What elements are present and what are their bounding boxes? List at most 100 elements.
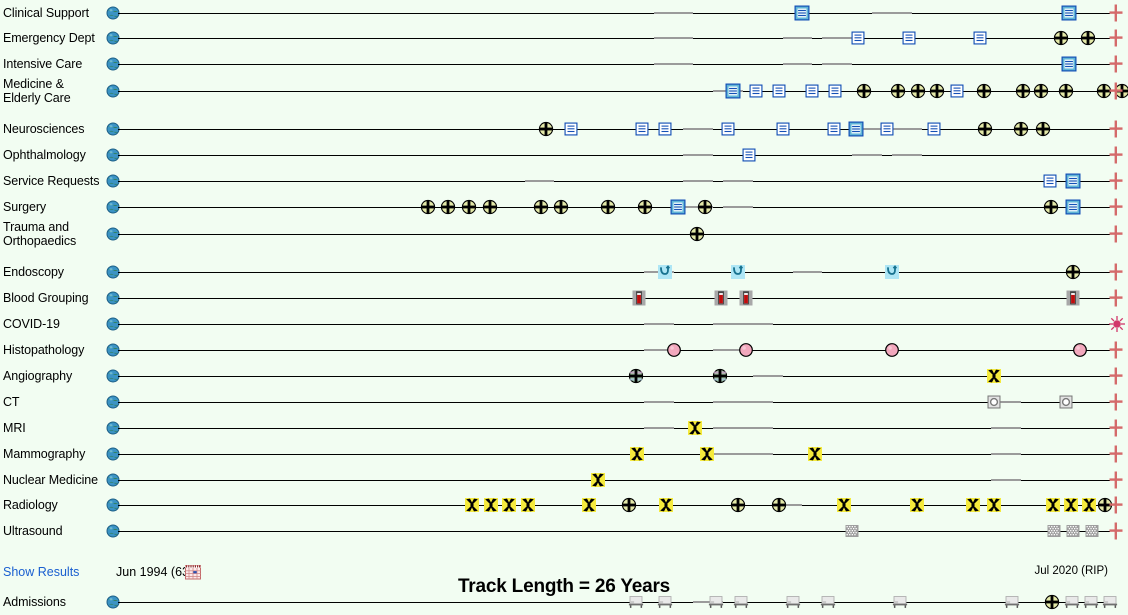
- event-marker-doc-blue[interactable]: [772, 84, 786, 98]
- event-marker-us-square[interactable]: [845, 525, 859, 537]
- event-marker-radiation[interactable]: [837, 498, 852, 512]
- event-marker-hospital-circle[interactable]: [621, 497, 637, 513]
- event-marker-doc-blue-fill[interactable]: [1061, 56, 1078, 72]
- event-marker-endoscope[interactable]: [657, 265, 672, 279]
- event-marker-radiation[interactable]: [700, 447, 715, 461]
- event-marker-radiation[interactable]: [909, 498, 924, 512]
- event-marker-hospital-circle[interactable]: [1045, 594, 1060, 610]
- event-marker-radiation[interactable]: [966, 498, 981, 512]
- event-marker-hospital-circle[interactable]: [1054, 30, 1069, 46]
- event-marker-hospital-circle[interactable]: [1015, 83, 1030, 99]
- event-marker-blood-vial[interactable]: [1066, 290, 1080, 306]
- event-marker-bed[interactable]: [785, 596, 800, 609]
- event-marker-bed[interactable]: [628, 596, 643, 609]
- event-marker-bed[interactable]: [1084, 596, 1099, 609]
- event-marker-radiation[interactable]: [629, 447, 644, 461]
- event-marker-doc-blue[interactable]: [742, 148, 756, 162]
- event-marker-radiation[interactable]: [591, 473, 606, 487]
- event-marker-hospital-circle[interactable]: [1066, 264, 1081, 280]
- event-marker-doc-blue[interactable]: [901, 31, 916, 45]
- event-marker-hospital-circle[interactable]: [1059, 83, 1074, 99]
- event-marker-pink-circle[interactable]: [738, 343, 753, 358]
- event-marker-bed[interactable]: [1004, 596, 1019, 609]
- event-marker-us-square[interactable]: [1085, 525, 1099, 537]
- event-marker-blood-vial[interactable]: [739, 290, 753, 306]
- event-marker-hospital-circle[interactable]: [930, 83, 945, 99]
- event-marker-hospital-circle[interactable]: [1033, 83, 1048, 99]
- event-marker-doc-blue[interactable]: [927, 122, 942, 136]
- event-marker-hospital-circle[interactable]: [1035, 121, 1050, 137]
- event-marker-hospital-circle[interactable]: [976, 83, 992, 99]
- event-marker-bed[interactable]: [892, 596, 907, 609]
- event-marker-pink-circle[interactable]: [666, 343, 681, 358]
- event-marker-hospital-circle[interactable]: [420, 199, 435, 215]
- event-marker-pink-circle[interactable]: [1073, 343, 1088, 358]
- event-marker-ct-square[interactable]: [987, 395, 1001, 409]
- event-marker-hospital-circle[interactable]: [690, 226, 705, 242]
- event-marker-endoscope[interactable]: [731, 265, 745, 279]
- event-marker-doc-blue[interactable]: [749, 84, 763, 98]
- event-marker-angio-circle[interactable]: [628, 368, 643, 384]
- event-marker-doc-blue[interactable]: [721, 122, 735, 136]
- event-marker-hospital-circle[interactable]: [1081, 30, 1096, 46]
- event-marker-bed[interactable]: [821, 596, 836, 609]
- event-marker-doc-blue[interactable]: [805, 84, 820, 98]
- event-marker-angio-circle[interactable]: [712, 368, 728, 384]
- event-marker-hospital-circle[interactable]: [637, 199, 652, 215]
- event-marker-hospital-circle[interactable]: [554, 199, 569, 215]
- event-marker-radiation[interactable]: [465, 498, 480, 512]
- event-marker-radiation[interactable]: [1064, 498, 1079, 512]
- event-marker-hospital-circle[interactable]: [533, 199, 548, 215]
- event-marker-hospital-circle[interactable]: [698, 199, 713, 215]
- event-marker-doc-blue[interactable]: [775, 122, 790, 136]
- event-marker-hospital-circle[interactable]: [730, 497, 746, 513]
- event-marker-doc-blue-fill[interactable]: [725, 83, 741, 99]
- event-marker-doc-blue[interactable]: [973, 31, 987, 45]
- event-marker-radiation[interactable]: [808, 447, 823, 461]
- event-marker-radiation[interactable]: [986, 498, 1001, 512]
- event-marker-ct-square[interactable]: [1059, 395, 1073, 409]
- event-marker-blood-vial[interactable]: [714, 290, 728, 306]
- event-marker-doc-blue[interactable]: [880, 122, 894, 136]
- event-marker-pink-circle[interactable]: [884, 343, 899, 358]
- event-marker-hospital-circle[interactable]: [441, 199, 456, 215]
- event-marker-doc-blue[interactable]: [1043, 174, 1058, 188]
- event-marker-doc-blue[interactable]: [635, 122, 649, 136]
- event-marker-doc-blue-fill[interactable]: [1065, 199, 1081, 215]
- event-marker-bed[interactable]: [709, 596, 724, 609]
- event-marker-hospital-circle[interactable]: [771, 497, 786, 513]
- event-marker-radiation[interactable]: [582, 498, 597, 512]
- event-marker-hospital-circle[interactable]: [890, 83, 905, 99]
- event-marker-radiation[interactable]: [1046, 498, 1061, 512]
- event-marker-radiation[interactable]: [501, 498, 516, 512]
- event-marker-us-square[interactable]: [1066, 525, 1080, 537]
- event-marker-hospital-circle[interactable]: [856, 83, 872, 99]
- event-marker-hospital-circle[interactable]: [482, 199, 498, 215]
- event-marker-radiation[interactable]: [520, 498, 535, 512]
- event-marker-us-square[interactable]: [1047, 525, 1061, 537]
- event-marker-doc-blue-fill[interactable]: [1065, 173, 1081, 189]
- event-marker-bed[interactable]: [1102, 596, 1118, 609]
- event-marker-hospital-circle[interactable]: [910, 83, 925, 99]
- event-marker-hospital-circle[interactable]: [977, 121, 993, 137]
- event-marker-doc-blue-fill[interactable]: [1061, 5, 1078, 21]
- event-marker-bed[interactable]: [657, 596, 672, 609]
- event-marker-hospital-circle[interactable]: [600, 199, 616, 215]
- event-marker-hospital-circle[interactable]: [1013, 121, 1028, 137]
- event-marker-radiation[interactable]: [688, 421, 703, 435]
- event-marker-blood-vial[interactable]: [632, 290, 646, 306]
- event-marker-doc-blue[interactable]: [827, 122, 841, 136]
- event-marker-radiation[interactable]: [1082, 498, 1097, 512]
- event-marker-hospital-circle[interactable]: [462, 199, 477, 215]
- event-marker-radiation[interactable]: [986, 369, 1001, 383]
- event-marker-bed[interactable]: [733, 596, 749, 609]
- event-marker-hospital-circle[interactable]: [538, 121, 553, 137]
- event-marker-endoscope[interactable]: [884, 265, 899, 279]
- event-marker-doc-blue-fill[interactable]: [794, 5, 811, 21]
- event-marker-doc-blue-fill[interactable]: [670, 199, 687, 215]
- event-marker-doc-blue[interactable]: [828, 84, 842, 98]
- event-marker-doc-blue[interactable]: [950, 84, 964, 98]
- event-marker-doc-blue[interactable]: [657, 122, 672, 136]
- event-marker-radiation[interactable]: [658, 498, 673, 512]
- event-marker-doc-blue[interactable]: [851, 31, 865, 45]
